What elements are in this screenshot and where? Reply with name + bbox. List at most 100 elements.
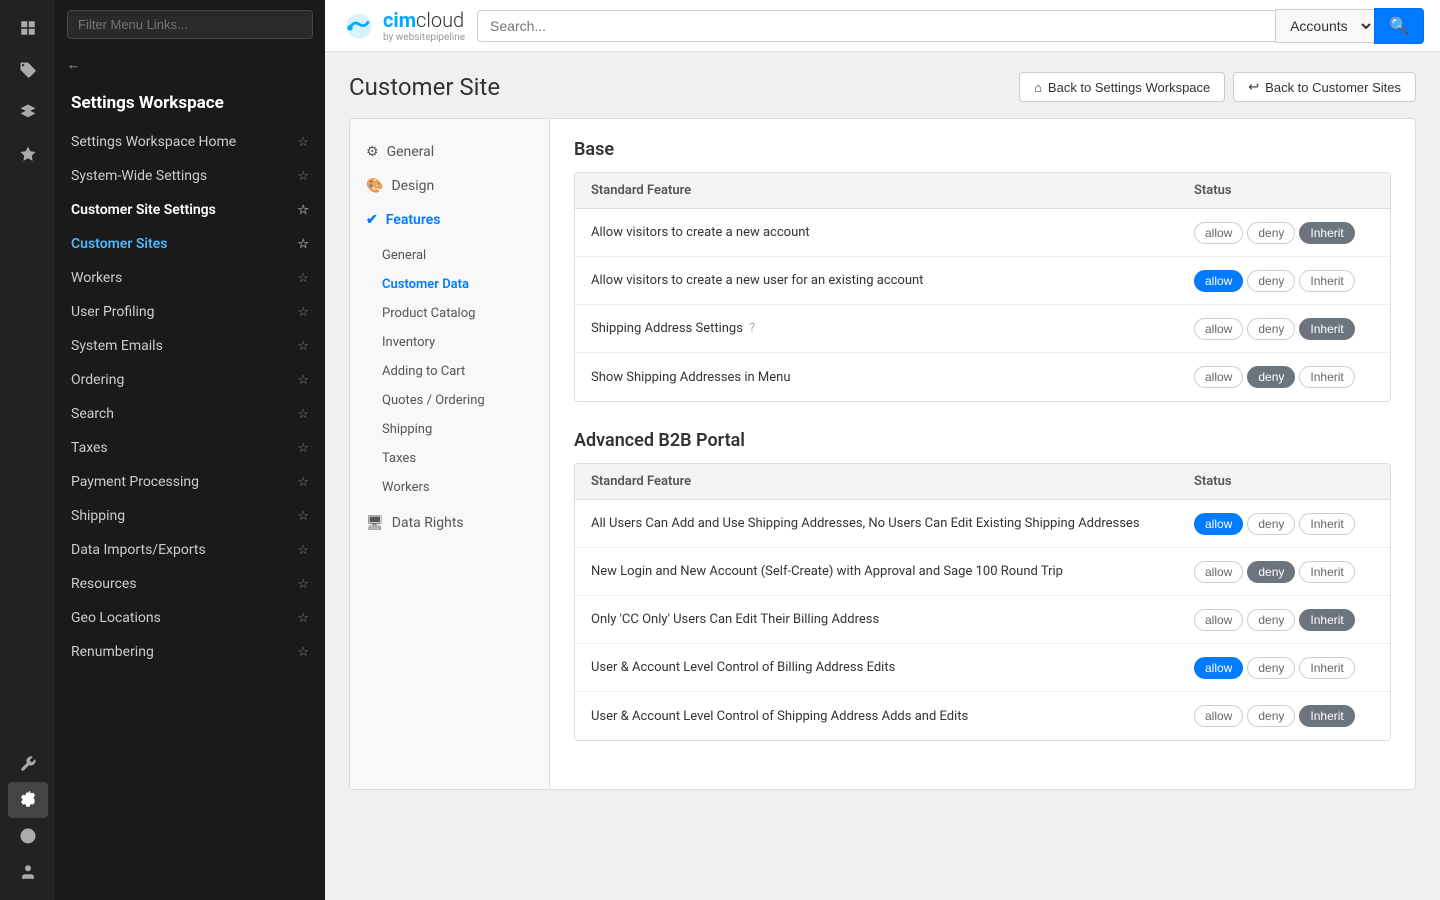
sidebar-nav-item[interactable]: Renumbering☆ [55,635,325,669]
sidebar-nav-item[interactable]: Geo Locations☆ [55,601,325,635]
sidebar-nav-item[interactable]: Data Imports/Exports☆ [55,533,325,567]
star-icon[interactable]: ☆ [297,373,309,388]
sub-nav-customer-data[interactable]: Customer Data [366,270,549,299]
icon-wrench[interactable] [8,746,48,782]
sidebar-nav-item[interactable]: Shipping☆ [55,499,325,533]
deny-button[interactable]: deny [1247,222,1295,244]
star-icon[interactable]: ☆ [297,611,309,626]
allow-button[interactable]: allow [1194,609,1243,631]
inherit-button[interactable]: Inherit [1299,270,1354,292]
icon-question[interactable] [8,818,48,854]
sidebar-nav-label: Settings Workspace Home [71,134,236,150]
star-icon[interactable]: ☆ [297,509,309,524]
sidebar-nav-item[interactable]: Workers☆ [55,261,325,295]
star-icon[interactable]: ☆ [297,169,309,184]
sidebar-nav-item[interactable]: User Profiling ☆ [55,295,325,329]
inherit-button[interactable]: Inherit [1299,513,1354,535]
icon-settings[interactable] [8,782,48,818]
star-icon[interactable]: ☆ [297,237,309,252]
sidebar-nav-item[interactable]: Resources☆ [55,567,325,601]
inherit-button[interactable]: Inherit [1299,318,1354,340]
nav-data-rights[interactable]: 🖥 Data Rights [350,506,549,540]
sidebar-back-button[interactable]: ← [55,49,325,81]
inherit-button[interactable]: Inherit [1299,705,1354,727]
deny-button[interactable]: deny [1247,318,1295,340]
sub-nav-general[interactable]: General [366,241,549,270]
nav-design[interactable]: 🎨 Design [350,169,549,203]
deny-button[interactable]: deny [1247,513,1295,535]
deny-button[interactable]: deny [1247,366,1295,388]
feature-text: Shipping Address Settings [591,321,743,336]
deny-button[interactable]: deny [1247,561,1295,583]
general-icon: ⚙ [366,144,379,160]
inherit-button[interactable]: Inherit [1299,366,1354,388]
sub-nav-workers[interactable]: Workers [366,473,549,502]
inherit-button[interactable]: Inherit [1299,561,1354,583]
star-icon[interactable]: ☆ [297,135,309,150]
sidebar-nav-label: User Profiling [71,304,155,320]
sidebar-nav-item[interactable]: Customer Sites☆ [55,227,325,261]
allow-button[interactable]: allow [1194,366,1243,388]
feature-text: New Login and New Account (Self-Create) … [591,564,1063,579]
icon-dashboard[interactable] [8,10,48,46]
sidebar-nav-item[interactable]: Customer Site Settings☆ [55,193,325,227]
advanced-col-feature-header: Standard Feature [591,474,1194,489]
nav-general[interactable]: ⚙ General [350,135,549,169]
sub-nav-adding-to-cart[interactable]: Adding to Cart [366,357,549,386]
sub-nav-quotes-ordering[interactable]: Quotes / Ordering [366,386,549,415]
star-icon[interactable]: ☆ [297,271,309,286]
deny-button[interactable]: deny [1247,705,1295,727]
star-icon[interactable]: ☆ [297,475,309,490]
nav-features[interactable]: ✔ Features [350,203,549,237]
sub-nav-inventory[interactable]: Inventory [366,328,549,357]
feature-text: All Users Can Add and Use Shipping Addre… [591,516,1140,531]
search-input[interactable] [477,10,1275,42]
sidebar-nav-item[interactable]: System Emails☆ [55,329,325,363]
icon-star[interactable] [8,136,48,172]
deny-button[interactable]: deny [1247,657,1295,679]
sub-nav-shipping[interactable]: Shipping [366,415,549,444]
filter-menu-input[interactable] [67,10,313,39]
allow-button[interactable]: allow [1194,318,1243,340]
inherit-button[interactable]: Inherit [1299,222,1354,244]
inherit-button[interactable]: Inherit [1299,609,1354,631]
icon-tag[interactable] [8,52,48,88]
sidebar-nav-item[interactable]: Payment Processing☆ [55,465,325,499]
search-button[interactable]: 🔍 [1374,8,1424,44]
star-icon[interactable]: ☆ [297,543,309,558]
star-icon[interactable]: ☆ [297,407,309,422]
sidebar-nav-item[interactable]: Taxes☆ [55,431,325,465]
sidebar-nav-item[interactable]: Ordering☆ [55,363,325,397]
inherit-button[interactable]: Inherit [1299,657,1354,679]
allow-button[interactable]: allow [1194,513,1243,535]
star-icon[interactable]: ☆ [297,441,309,456]
sub-nav-taxes[interactable]: Taxes [366,444,549,473]
star-icon[interactable]: ☆ [297,645,309,660]
star-icon[interactable]: ☆ [297,577,309,592]
topnav: cimcloud by websitepipeline Accounts 🔍 [325,0,1440,52]
sub-nav-product-catalog[interactable]: Product Catalog [366,299,549,328]
icon-layers[interactable] [8,94,48,130]
help-icon[interactable]: ? [749,321,755,336]
back-to-sites-button[interactable]: ↩ Back to Customer Sites [1233,72,1416,102]
sidebar-nav-item[interactable]: System-Wide Settings☆ [55,159,325,193]
back-to-settings-button[interactable]: ⌂ Back to Settings Workspace [1019,72,1225,102]
icon-user[interactable] [8,854,48,890]
sidebar-nav-item[interactable]: Settings Workspace Home ☆ [55,125,325,159]
deny-button[interactable]: deny [1247,270,1295,292]
star-icon[interactable]: ☆ [297,305,309,320]
feature-text: Only 'CC Only' Users Can Edit Their Bill… [591,612,879,627]
allow-button[interactable]: allow [1194,222,1243,244]
feature-nav: ⚙ General 🎨 Design ✔ Features General Cu… [350,119,550,789]
star-icon[interactable]: ☆ [297,339,309,354]
allow-button[interactable]: allow [1194,270,1243,292]
sidebar-nav-item[interactable]: Search☆ [55,397,325,431]
deny-button[interactable]: deny [1247,609,1295,631]
feature-name: User & Account Level Control of Billing … [591,660,1194,675]
allow-button[interactable]: allow [1194,705,1243,727]
icon-plus[interactable] [8,178,48,214]
star-icon[interactable]: ☆ [297,203,309,218]
allow-button[interactable]: allow [1194,561,1243,583]
allow-button[interactable]: allow [1194,657,1243,679]
search-scope-select[interactable]: Accounts [1275,9,1374,43]
